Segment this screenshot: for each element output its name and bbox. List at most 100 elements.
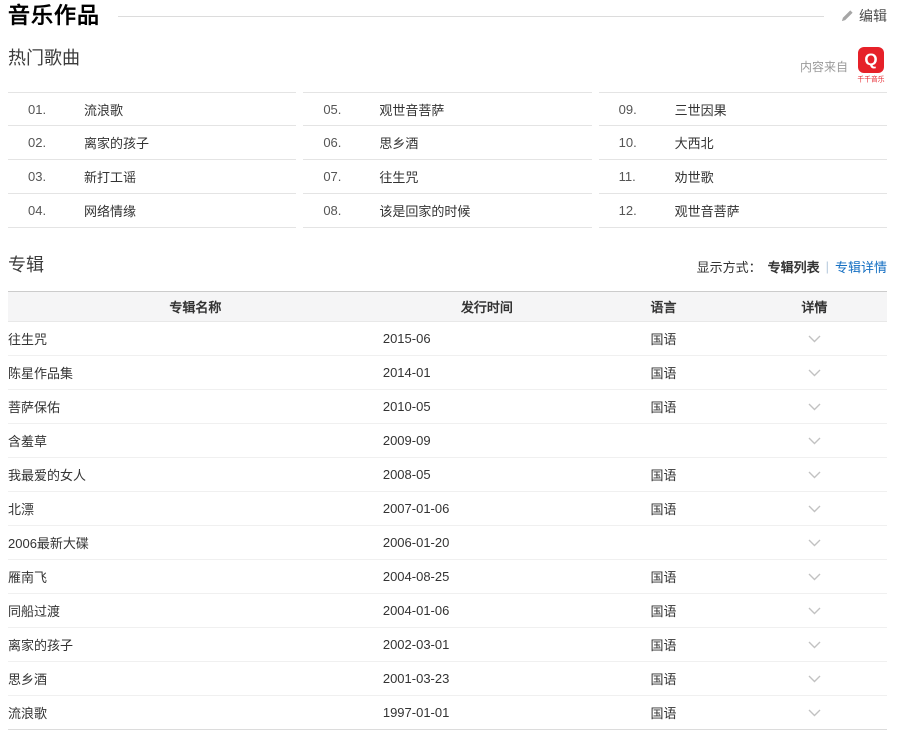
album-details-toggle[interactable] [804,397,824,417]
album-language: 国语 [585,560,741,594]
album-language [585,424,741,458]
chevron-down-icon [808,607,821,615]
song-item: 12.观世音菩萨 [599,194,887,228]
album-details-toggle[interactable] [804,363,824,383]
album-details-toggle[interactable] [804,669,824,689]
logo-q-icon: Q [858,47,884,73]
mode-album-detail[interactable]: 专辑详情 [835,257,887,276]
album-name: 流浪歌 [8,696,383,730]
album-language: 国语 [585,322,741,356]
song-item: 07.往生咒 [303,160,591,194]
music-works-module: 音乐作品 编辑 热门歌曲 内容来自 Q 千千音乐 01.流浪歌02.离家的孩子0… [0,0,897,730]
song-item: 04.网络情缘 [8,194,296,228]
song-item: 05.观世音菩萨 [303,92,591,126]
chevron-down-icon [808,675,821,683]
col-header-album-name: 专辑名称 [8,292,383,322]
song-number: 09. [619,102,675,117]
song-title: 三世因果 [675,100,727,119]
album-details-toggle[interactable] [804,635,824,655]
song-number: 05. [323,102,379,117]
album-row: 含羞草2009-09 [8,424,887,458]
album-row: 陈星作品集2014-01国语 [8,356,887,390]
album-release-date: 2010-05 [383,390,585,424]
album-details-cell [742,356,887,390]
album-details-cell [742,594,887,628]
album-language: 国语 [585,356,741,390]
album-name: 雁南飞 [8,560,383,594]
col-header-details: 详情 [742,292,887,322]
mode-separator: | [826,259,829,274]
album-row: 我最爱的女人2008-05国语 [8,458,887,492]
song-title: 观世音菩萨 [379,100,444,119]
album-details-toggle[interactable] [804,601,824,621]
song-title: 往生咒 [379,167,418,186]
album-release-date: 2004-01-06 [383,594,585,628]
album-release-date: 2007-01-06 [383,492,585,526]
chevron-down-icon [808,335,821,343]
album-details-cell [742,662,887,696]
album-details-toggle[interactable] [804,329,824,349]
qianqian-music-logo[interactable]: Q 千千音乐 [855,47,887,85]
album-language: 国语 [585,628,741,662]
albums-heading: 专辑 [8,254,44,276]
edit-pencil-icon [840,9,854,23]
song-title: 离家的孩子 [84,133,149,152]
song-item: 06.思乡酒 [303,126,591,160]
song-number: 04. [28,203,84,218]
album-name: 同船过渡 [8,594,383,628]
albums-table-header-row: 专辑名称 发行时间 语言 详情 [8,292,887,322]
album-release-date: 2014-01 [383,356,585,390]
display-mode-label: 显示方式： [697,257,762,276]
song-title: 劝世歌 [675,167,714,186]
content-source: 内容来自 Q 千千音乐 [800,47,887,85]
album-release-date: 2015-06 [383,322,585,356]
album-details-toggle[interactable] [804,533,824,553]
song-number: 08. [323,203,379,218]
song-item: 01.流浪歌 [8,92,296,126]
col-header-release-date: 发行时间 [383,292,585,322]
album-details-cell [742,458,887,492]
albums-header: 专辑 显示方式： 专辑列表 | 专辑详情 [8,254,887,276]
song-title: 该是回家的时候 [379,201,470,220]
song-title: 大西北 [675,133,714,152]
chevron-down-icon [808,573,821,581]
album-details-toggle[interactable] [804,465,824,485]
song-column: 09.三世因果10.大西北11.劝世歌12.观世音菩萨 [599,92,887,228]
album-name: 我最爱的女人 [8,458,383,492]
album-row: 思乡酒2001-03-23国语 [8,662,887,696]
source-label: 内容来自 [800,58,848,75]
song-column: 01.流浪歌02.离家的孩子03.新打工谣04.网络情缘 [8,92,296,228]
song-number: 10. [619,135,675,150]
song-number: 07. [323,169,379,184]
chevron-down-icon [808,505,821,513]
song-item: 08.该是回家的时候 [303,194,591,228]
edit-button[interactable]: 编辑 [840,6,887,26]
album-name: 思乡酒 [8,662,383,696]
album-release-date: 2009-09 [383,424,585,458]
album-row: 流浪歌1997-01-01国语 [8,696,887,730]
album-name: 含羞草 [8,424,383,458]
album-row: 菩萨保佑2010-05国语 [8,390,887,424]
album-row: 同船过渡2004-01-06国语 [8,594,887,628]
chevron-down-icon [808,471,821,479]
chevron-down-icon [808,403,821,411]
album-name: 离家的孩子 [8,628,383,662]
chevron-down-icon [808,437,821,445]
album-release-date: 2004-08-25 [383,560,585,594]
logo-caption: 千千音乐 [857,75,884,84]
song-number: 01. [28,102,84,117]
edit-label: 编辑 [859,6,887,26]
mode-album-list[interactable]: 专辑列表 [768,257,820,276]
song-title: 网络情缘 [84,201,136,220]
hot-songs-heading: 热门歌曲 [8,47,80,69]
album-release-date: 2001-03-23 [383,662,585,696]
album-details-toggle[interactable] [804,703,824,723]
song-title: 观世音菩萨 [675,201,740,220]
hot-songs-list: 01.流浪歌02.离家的孩子03.新打工谣04.网络情缘05.观世音菩萨06.思… [8,92,887,228]
song-item: 10.大西北 [599,126,887,160]
album-details-toggle[interactable] [804,567,824,587]
album-details-toggle[interactable] [804,431,824,451]
song-title: 流浪歌 [84,100,123,119]
album-details-toggle[interactable] [804,499,824,519]
album-name: 菩萨保佑 [8,390,383,424]
